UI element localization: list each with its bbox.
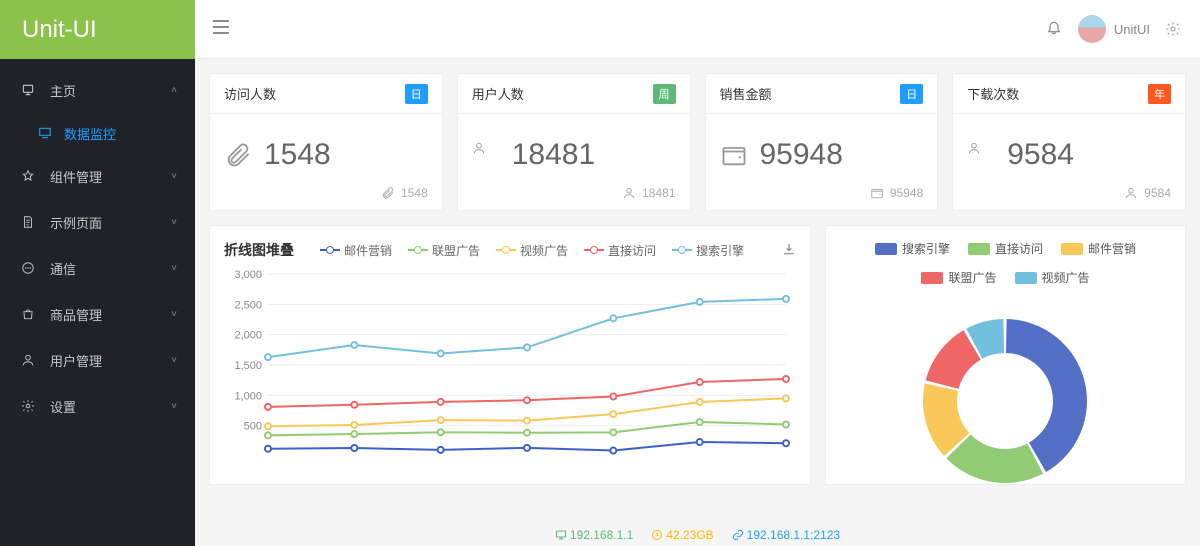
content: 访问人数 日 1548 1548 用户人数 周 18481 18481 销售金额… [195, 59, 1200, 546]
legend-item[interactable]: 直接访问 [584, 242, 656, 259]
stat-value: 95948 [760, 138, 843, 172]
chevron-down-icon: ˅ [171, 217, 177, 228]
nav-sub-label: 数据监控 [64, 124, 116, 143]
line-chart-title: 折线图堆叠 [224, 240, 294, 260]
donut-legend: 搜索引擎 直接访问 邮件营销联盟广告 视频广告 [840, 240, 1171, 286]
wallet-icon [720, 141, 748, 169]
line-chart: 500 1,000 1,500 2,000 2,500 3,000 [224, 260, 796, 480]
home-icon [20, 83, 36, 97]
nav-label: 商品管理 [50, 305, 102, 324]
chevron-down-icon: ˄ [171, 85, 177, 96]
stat-title: 访问人数 [224, 84, 276, 103]
topbar: UnitUI [195, 0, 1200, 59]
stat-value: 1548 [264, 138, 331, 172]
nav-label: 通信 [50, 259, 76, 278]
donut-legend-item[interactable]: 邮件营销 [1061, 240, 1136, 257]
svg-text:2,500: 2,500 [234, 299, 262, 311]
nav-item-3[interactable]: 通信 ˅ [0, 245, 195, 291]
star-icon [20, 169, 36, 183]
svg-text:1,000: 1,000 [234, 390, 262, 402]
stat-badge: 日 [405, 84, 428, 104]
donut-legend-item[interactable]: 视频广告 [1015, 269, 1090, 286]
chevron-down-icon: ˅ [171, 309, 177, 320]
sidebar: Unit-UI 主页˄数据监控组件管理˅示例页面˅通信˅商品管理˅用户管理˅设置… [0, 0, 195, 546]
stat-badge: 年 [1148, 84, 1171, 104]
gear-icon [20, 399, 36, 413]
svg-text:1,500: 1,500 [234, 360, 262, 372]
svg-text:2,000: 2,000 [234, 330, 262, 342]
nav-item-4[interactable]: 商品管理 ˅ [0, 291, 195, 337]
stat-value: 9584 [1007, 138, 1074, 172]
nav-label: 用户管理 [50, 351, 102, 370]
nav-item-5[interactable]: 用户管理 ˅ [0, 337, 195, 383]
logo[interactable]: Unit-UI [0, 0, 195, 59]
legend-item[interactable]: 邮件营销 [320, 242, 392, 259]
stat-title: 下载次数 [967, 84, 1019, 103]
svg-text:3,000: 3,000 [234, 269, 262, 281]
nav-item-1[interactable]: 组件管理 ˅ [0, 153, 195, 199]
nav-label: 示例页面 [50, 213, 102, 232]
chevron-down-icon: ˅ [171, 401, 177, 412]
donut-chart [840, 296, 1170, 496]
bag-icon [20, 307, 36, 321]
main: UnitUI 访问人数 日 1548 1548 用户人数 周 18481 [195, 0, 1200, 546]
stat-card-0: 访问人数 日 1548 1548 [209, 73, 443, 211]
legend-item[interactable]: 联盟广告 [408, 242, 480, 259]
footer-ip: 192.168.1.1 [555, 528, 633, 542]
user-icon [20, 353, 36, 367]
stat-title: 销售金额 [720, 84, 772, 103]
stats-row: 访问人数 日 1548 1548 用户人数 周 18481 18481 销售金额… [209, 73, 1186, 211]
chevron-down-icon: ˅ [171, 355, 177, 366]
chevron-down-icon: ˅ [171, 263, 177, 274]
charts-row: 折线图堆叠 邮件营销联盟广告视频广告直接访问搜索引擎 5001,0001,500… [209, 225, 1186, 485]
monitor-icon [38, 126, 54, 140]
stat-value: 18481 [512, 138, 595, 172]
stat-sub: 18481 [472, 186, 676, 200]
donut-legend-item[interactable]: 搜索引擎 [875, 240, 950, 257]
footer-addr: 192.168.1.1:2123 [732, 528, 840, 542]
stat-sub: 9584 [967, 186, 1171, 200]
nav-label: 主页 [50, 81, 76, 100]
avatar[interactable] [1078, 15, 1106, 43]
stat-badge: 周 [653, 84, 676, 104]
donut-legend-item[interactable]: 直接访问 [968, 240, 1043, 257]
download-icon[interactable] [782, 242, 796, 259]
nav-item-0[interactable]: 主页 ˄ [0, 67, 195, 113]
nav-label: 组件管理 [50, 167, 102, 186]
nav-label: 设置 [50, 397, 76, 416]
footer: 192.168.1.1 42.23GB 192.168.1.1:2123 [195, 528, 1200, 542]
user-icon [472, 141, 500, 169]
stat-card-2: 销售金额 日 95948 95948 [705, 73, 939, 211]
nav-item-2[interactable]: 示例页面 ˅ [0, 199, 195, 245]
user-icon [967, 141, 995, 169]
stat-badge: 日 [900, 84, 923, 104]
chat-icon [20, 261, 36, 275]
chevron-down-icon: ˅ [171, 171, 177, 182]
stat-title: 用户人数 [472, 84, 524, 103]
doc-icon [20, 215, 36, 229]
svg-text:500: 500 [244, 421, 262, 433]
nav-item-6[interactable]: 设置 ˅ [0, 383, 195, 429]
nav: 主页 ˄ 数据监控组件管理 ˅ 示例页面 ˅ 通信 ˅ 商品管理 ˅ 用户管理 ˅ 设置 ˅ [0, 59, 195, 546]
line-chart-card: 折线图堆叠 邮件营销联盟广告视频广告直接访问搜索引擎 500 1,000 1,500… [209, 225, 811, 485]
donut-chart-card: 搜索引擎 直接访问 邮件营销联盟广告 视频广告 [825, 225, 1186, 485]
gear-icon[interactable] [1164, 20, 1182, 38]
menu-toggle-icon[interactable] [213, 20, 229, 39]
legend-item[interactable]: 搜索引擎 [672, 242, 744, 259]
stat-sub: 1548 [224, 186, 428, 200]
stat-card-3: 下载次数 年 9584 9584 [952, 73, 1186, 211]
line-legend: 邮件营销联盟广告视频广告直接访问搜索引擎 [320, 242, 744, 259]
stat-sub: 95948 [720, 186, 924, 200]
stat-card-1: 用户人数 周 18481 18481 [457, 73, 691, 211]
nav-sub-0-0[interactable]: 数据监控 [0, 113, 195, 153]
username[interactable]: UnitUI [1114, 22, 1150, 37]
footer-disk: 42.23GB [651, 528, 713, 542]
donut-legend-item[interactable]: 联盟广告 [921, 269, 996, 286]
legend-item[interactable]: 视频广告 [496, 242, 568, 259]
bell-icon[interactable] [1046, 19, 1062, 40]
clip-icon [224, 141, 252, 169]
